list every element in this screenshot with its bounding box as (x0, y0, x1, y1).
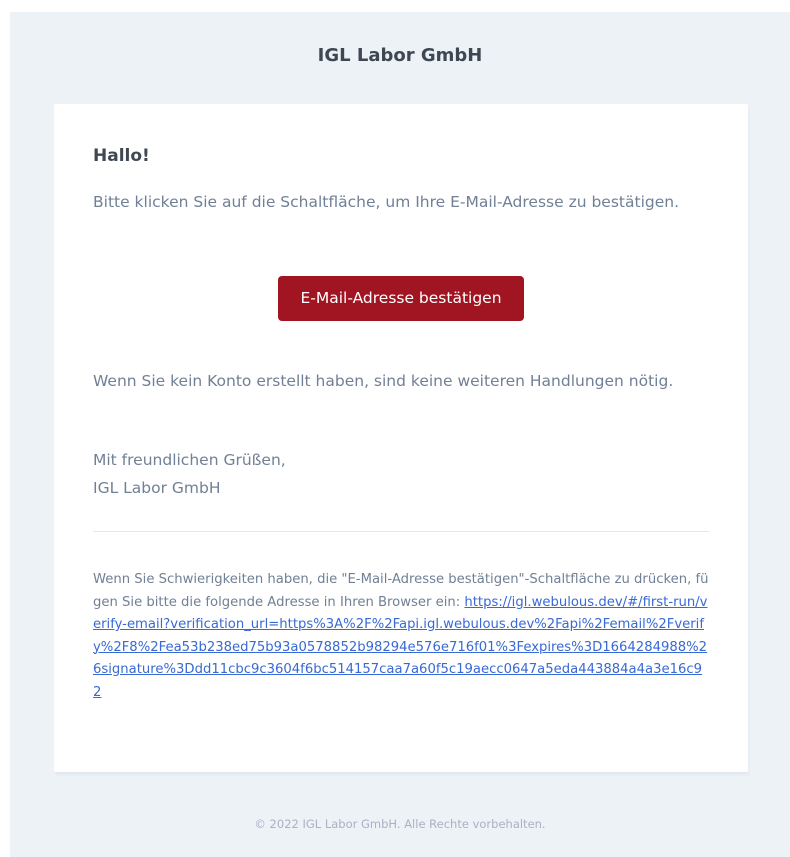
subcopy: Wenn Sie Schwierigkeiten haben, die "E-M… (93, 569, 709, 704)
greeting-heading: Hallo! (93, 146, 150, 166)
closing-block: Mit freundlichen Grüßen, IGL Labor GmbH (93, 446, 693, 502)
salutation-text: Mit freundlichen Grüßen, (93, 451, 286, 469)
verification-link[interactable]: https://igl.webulous.dev/#/first-run/ver… (93, 595, 708, 700)
email-card: Hallo! Bitte klicken Sie auf die Schaltf… (54, 104, 748, 772)
divider (93, 531, 709, 532)
footer-copyright: © 2022 IGL Labor GmbH. Alle Rechte vorbe… (254, 817, 546, 831)
no-action-text: Wenn Sie kein Konto erstellt haben, sind… (93, 372, 674, 390)
action-button-wrapper: E-Mail-Adresse bestätigen (93, 276, 709, 321)
email-background: IGL Labor GmbH Hallo! Bitte klicken Sie … (10, 12, 790, 857)
email-header-title[interactable]: IGL Labor GmbH (10, 45, 790, 66)
signature-text: IGL Labor GmbH (93, 479, 221, 497)
intro-text: Bitte klicken Sie auf die Schaltfläche, … (93, 193, 680, 211)
verify-email-button[interactable]: E-Mail-Adresse bestätigen (278, 276, 524, 321)
